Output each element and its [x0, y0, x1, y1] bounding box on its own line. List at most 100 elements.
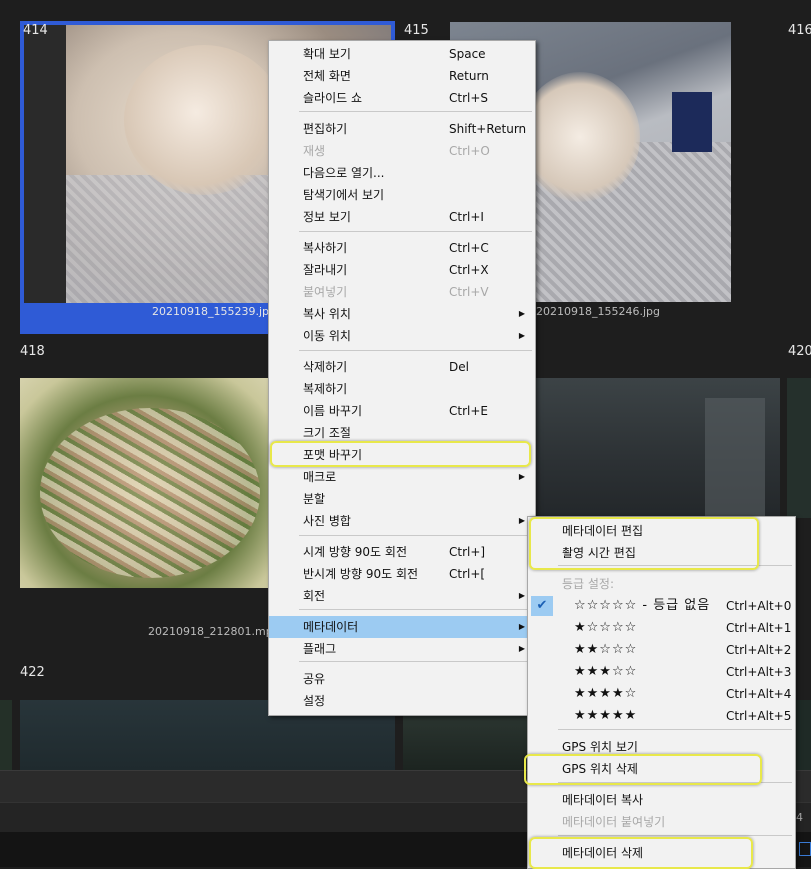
- menu-item-shortcut: Ctrl+O: [449, 144, 490, 158]
- menu-item-5[interactable]: 다음으로 열기...: [269, 162, 535, 184]
- menu-item-label: 메타데이터: [303, 620, 359, 634]
- menu-item-23[interactable]: 회전 ▶: [269, 585, 535, 607]
- menu-item-18[interactable]: 매크로 ▶: [269, 466, 535, 488]
- menu-item-label: 매크로: [303, 470, 337, 484]
- menu-item-2[interactable]: 슬라이드 쇼 Ctrl+S: [269, 87, 535, 109]
- menu-separator: [558, 835, 792, 836]
- submenu-item-label: ★★★★★: [574, 708, 638, 723]
- submenu-item-11[interactable]: 메타데이터 복사: [528, 789, 795, 811]
- menu-item-10: 붙여넣기 Ctrl+V: [269, 281, 535, 303]
- submenu-item-12: 메타데이터 붙여넣기: [528, 811, 795, 833]
- submenu-item-4[interactable]: ★☆☆☆☆ Ctrl+Alt+1: [528, 617, 795, 639]
- item-number: 418: [20, 344, 45, 359]
- menu-item-3[interactable]: 편집하기 Shift+Return: [269, 118, 535, 140]
- submenu-item-label: 메타데이터 복사: [562, 793, 644, 807]
- menu-item-label: 슬라이드 쇼: [303, 91, 363, 105]
- submenu-item-8[interactable]: ★★★★★ Ctrl+Alt+5: [528, 705, 795, 727]
- highlight-metadata-edit: [529, 517, 759, 570]
- menu-item-label: 잘라내기: [303, 263, 348, 277]
- menu-item-label: 정보 보기: [303, 210, 351, 224]
- menu-item-11[interactable]: 복사 위치 ▶: [269, 303, 535, 325]
- status-count: 4: [796, 811, 803, 824]
- submenu-item-shortcut: Ctrl+Alt+3: [726, 665, 792, 679]
- submenu-item-3[interactable]: ☆☆☆☆☆ - 등급 없음 Ctrl+Alt+0 ✔: [528, 595, 795, 617]
- menu-separator: [299, 350, 532, 351]
- submenu-item-6[interactable]: ★★★☆☆ Ctrl+Alt+3: [528, 661, 795, 683]
- menu-item-shortcut: Ctrl+]: [449, 545, 486, 559]
- menu-item-4: 재생 Ctrl+O: [269, 140, 535, 162]
- menu-item-shortcut: Ctrl+I: [449, 210, 484, 224]
- menu-item-label: 공유: [303, 672, 326, 686]
- menu-item-25[interactable]: 플래그 ▶: [269, 638, 535, 660]
- menu-item-shortcut: Ctrl+E: [449, 404, 488, 418]
- submenu-arrow-icon: ▶: [518, 644, 525, 653]
- submenu-arrow-icon: ▶: [518, 622, 525, 631]
- menu-item-label: 붙여넣기: [303, 285, 348, 299]
- submenu-item-label: ★★★☆☆: [574, 664, 638, 679]
- menu-item-13[interactable]: 삭제하기 Del: [269, 356, 535, 378]
- menu-separator: [299, 609, 532, 610]
- menu-item-label: 확대 보기: [303, 47, 351, 61]
- submenu-item-label: ★☆☆☆☆: [574, 620, 638, 635]
- menu-item-label: 편집하기: [303, 122, 348, 136]
- menu-item-shortcut: Return: [449, 69, 489, 83]
- menu-item-12[interactable]: 이동 위치 ▶: [269, 325, 535, 347]
- highlight-gps-delete: [524, 754, 762, 785]
- menu-item-20[interactable]: 사진 병합 ▶: [269, 510, 535, 532]
- submenu-item-label: 메타데이터 붙여넣기: [562, 815, 666, 829]
- menu-item-shortcut: Ctrl+V: [449, 285, 489, 299]
- thumbnail-image-420[interactable]: [787, 378, 811, 518]
- submenu-item-shortcut: Ctrl+Alt+1: [726, 621, 792, 635]
- menu-item-14[interactable]: 복제하기: [269, 378, 535, 400]
- view-toggle-icon[interactable]: [799, 842, 811, 856]
- menu-item-shortcut: Ctrl+C: [449, 241, 489, 255]
- submenu-item-shortcut: Ctrl+Alt+0: [726, 599, 792, 613]
- menu-item-9[interactable]: 잘라내기 Ctrl+X: [269, 259, 535, 281]
- menu-item-26[interactable]: 공유: [269, 668, 535, 690]
- menu-item-24[interactable]: 메타데이터 ▶: [269, 616, 535, 638]
- menu-item-label: 회전: [303, 589, 326, 603]
- menu-item-8[interactable]: 복사하기 Ctrl+C: [269, 237, 535, 259]
- menu-item-label: 이동 위치: [303, 329, 351, 343]
- item-number: 420: [788, 344, 811, 359]
- menu-item-label: 복제하기: [303, 382, 348, 396]
- submenu-item-label: ★★☆☆☆: [574, 642, 638, 657]
- menu-item-15[interactable]: 이름 바꾸기 Ctrl+E: [269, 400, 535, 422]
- menu-item-27[interactable]: 설정: [269, 690, 535, 712]
- thumbnail-image-419[interactable]: [535, 378, 780, 518]
- menu-item-label: 재생: [303, 144, 326, 158]
- menu-item-label: 설정: [303, 694, 326, 708]
- menu-item-label: 사진 병합: [303, 514, 351, 528]
- menu-item-0[interactable]: 확대 보기 Space: [269, 43, 535, 65]
- submenu-item-2: 등급 설정:: [528, 573, 795, 595]
- menu-item-19[interactable]: 분할: [269, 488, 535, 510]
- menu-item-label: 이름 바꾸기: [303, 404, 363, 418]
- menu-item-7[interactable]: 정보 보기 Ctrl+I: [269, 206, 535, 228]
- menu-item-label: 삭제하기: [303, 360, 348, 374]
- menu-separator: [299, 535, 532, 536]
- file-name: 20210918_155239.jpg: [152, 305, 276, 318]
- submenu-arrow-icon: ▶: [518, 591, 525, 600]
- menu-item-label: 전체 화면: [303, 69, 351, 83]
- menu-item-21[interactable]: 시계 방향 90도 회전 Ctrl+]: [269, 541, 535, 563]
- submenu-item-7[interactable]: ★★★★☆ Ctrl+Alt+4: [528, 683, 795, 705]
- menu-item-6[interactable]: 탐색기에서 보기: [269, 184, 535, 206]
- menu-separator: [558, 729, 792, 730]
- menu-item-22[interactable]: 반시계 방향 90도 회전 Ctrl+[: [269, 563, 535, 585]
- menu-item-label: 시계 방향 90도 회전: [303, 545, 407, 559]
- thumbnail-image-418[interactable]: [20, 378, 270, 588]
- item-number: 422: [20, 665, 45, 680]
- menu-separator: [299, 231, 532, 232]
- menu-item-1[interactable]: 전체 화면 Return: [269, 65, 535, 87]
- submenu-item-5[interactable]: ★★☆☆☆ Ctrl+Alt+2: [528, 639, 795, 661]
- menu-item-shortcut: Del: [449, 360, 469, 374]
- menu-item-shortcut: Shift+Return: [449, 122, 527, 136]
- item-number: 415: [404, 23, 429, 38]
- file-name: 20210918_155246.jpg: [536, 305, 660, 318]
- highlight-format-change: [270, 441, 531, 467]
- menu-item-label: 탐색기에서 보기: [303, 188, 385, 202]
- submenu-item-shortcut: Ctrl+Alt+4: [726, 687, 792, 701]
- menu-separator: [299, 111, 532, 112]
- submenu-item-shortcut: Ctrl+Alt+2: [726, 643, 792, 657]
- menu-item-label: 반시계 방향 90도 회전: [303, 567, 419, 581]
